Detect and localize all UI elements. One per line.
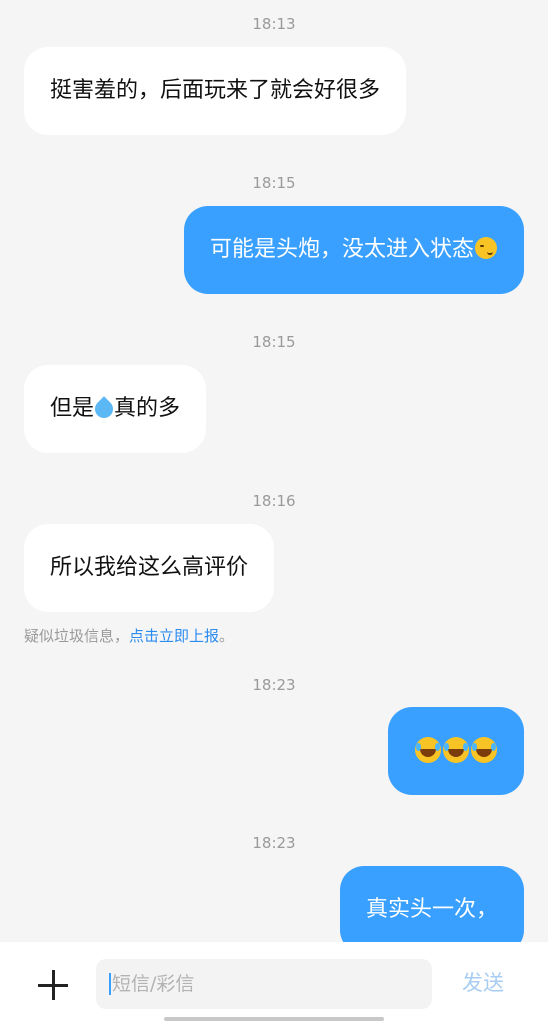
message-input-placeholder: 短信/彩信 bbox=[112, 973, 195, 995]
incoming-message-bubble[interactable]: 但是 真的多 bbox=[24, 365, 207, 453]
message-input[interactable]: 短信/彩信 bbox=[96, 959, 432, 1009]
spam-notice-text: 疑似垃圾信息， bbox=[24, 627, 130, 645]
smirking-face-emoji-icon bbox=[475, 237, 497, 259]
outgoing-message-bubble[interactable]: 真实头一次， bbox=[339, 866, 524, 942]
spam-notice-suffix: 。 bbox=[219, 627, 235, 645]
incoming-message-bubble[interactable]: 挺害羞的，后面玩来了就会好很多 bbox=[24, 47, 407, 135]
message-composer: 短信/彩信 发送 bbox=[0, 942, 548, 1024]
face-with-tears-of-joy-emoji-icon bbox=[415, 737, 441, 763]
face-with-tears-of-joy-emoji-icon bbox=[443, 737, 469, 763]
timestamp: 18:15 bbox=[252, 174, 296, 192]
face-with-tears-of-joy-emoji-icon bbox=[471, 737, 497, 763]
report-spam-link[interactable]: 点击立即上报 bbox=[129, 627, 219, 645]
timestamp: 18:23 bbox=[252, 834, 296, 852]
message-thread[interactable]: 18:13 挺害羞的，后面玩来了就会好很多 18:15 可能是头炮，没太进入状态… bbox=[0, 0, 548, 942]
sweat-droplets-emoji-icon bbox=[91, 396, 117, 422]
spam-notice: 疑似垃圾信息，点击立即上报。 bbox=[24, 626, 234, 646]
timestamp: 18:23 bbox=[252, 676, 296, 694]
send-button[interactable]: 发送 bbox=[462, 968, 504, 998]
timestamp: 18:15 bbox=[252, 333, 296, 351]
message-text: 挺害羞的，后面玩来了就会好很多 bbox=[50, 78, 381, 103]
text-cursor bbox=[109, 973, 111, 995]
message-text-after: 真的多 bbox=[114, 396, 181, 421]
message-text: 真实头一次， bbox=[365, 897, 498, 922]
message-text-before: 但是 bbox=[50, 396, 95, 421]
outgoing-message-bubble[interactable] bbox=[388, 707, 524, 795]
timestamp: 18:16 bbox=[252, 492, 296, 510]
add-attachment-plus-icon[interactable] bbox=[38, 970, 68, 1000]
message-text: 可能是头炮，没太进入状态 bbox=[209, 237, 474, 262]
timestamp: 18:13 bbox=[252, 15, 296, 33]
outgoing-message-bubble[interactable]: 可能是头炮，没太进入状态 bbox=[183, 206, 524, 294]
home-indicator[interactable] bbox=[164, 1017, 384, 1021]
incoming-message-bubble[interactable]: 所以我给这么高评价 bbox=[24, 524, 275, 612]
message-text: 所以我给这么高评价 bbox=[50, 555, 249, 580]
sms-conversation-screen: 18:13 挺害羞的，后面玩来了就会好很多 18:15 可能是头炮，没太进入状态… bbox=[0, 0, 548, 1024]
